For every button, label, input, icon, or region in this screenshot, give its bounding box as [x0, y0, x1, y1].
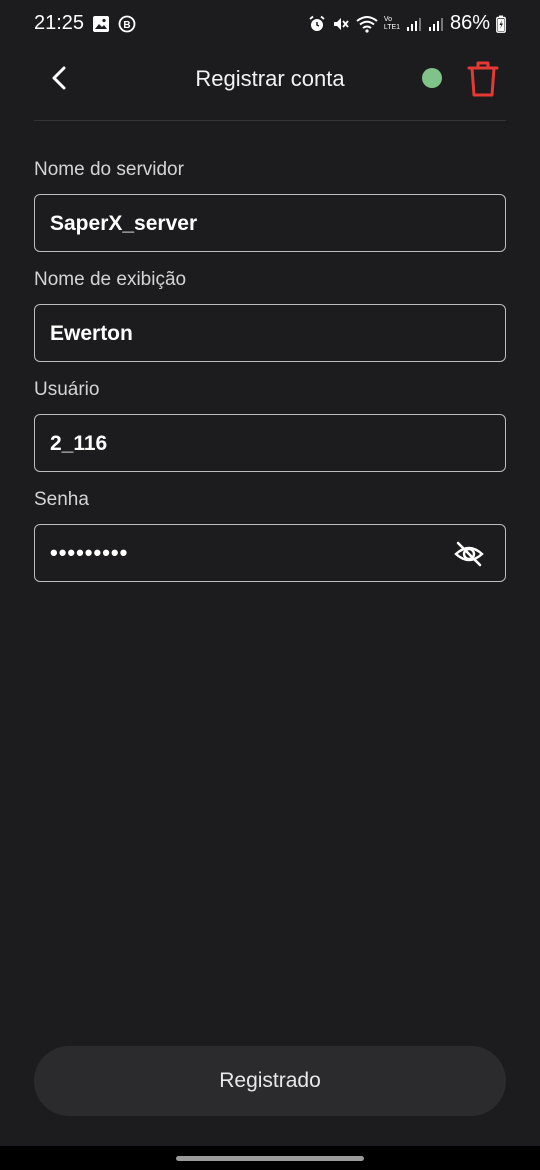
page-title: Registrar conta: [195, 66, 345, 91]
password-field[interactable]: •••••••••: [34, 524, 506, 582]
mute-icon: [332, 15, 350, 33]
status-bar: 21:25 B Vo LTE1 86%: [0, 0, 540, 46]
username-label: Usuário: [34, 379, 100, 400]
password-value: •••••••••: [50, 540, 129, 565]
app-bar: Registrar conta: [0, 46, 540, 120]
display-name-field[interactable]: Ewerton: [34, 304, 506, 362]
register-button[interactable]: Registrado: [34, 1046, 506, 1116]
home-handle[interactable]: [176, 1156, 364, 1161]
svg-text:B: B: [123, 20, 130, 31]
gallery-icon: [92, 15, 110, 33]
volte-tag: Vo LTE1: [383, 15, 401, 31]
alarm-icon: [308, 15, 326, 33]
status-left: 21:25 B: [34, 12, 136, 35]
server-name-field[interactable]: SaperX_server: [34, 194, 506, 252]
display-name-label: Nome de exibição: [34, 269, 187, 290]
battery-icon: [496, 15, 506, 33]
b-badge-icon: B: [118, 15, 136, 33]
display-name-value: Ewerton: [50, 322, 133, 345]
navigation-bar: [0, 1146, 540, 1170]
username-value: 2_116: [50, 432, 108, 455]
signal-icon: [406, 16, 422, 32]
signal-icon-2: [428, 16, 444, 32]
password-label: Senha: [34, 489, 89, 510]
trash-icon: [467, 61, 499, 97]
toggle-password-visibility[interactable]: [453, 538, 485, 570]
server-name-value: SaperX_server: [50, 212, 198, 235]
wifi-icon: [356, 15, 378, 33]
header-divider: [34, 120, 506, 121]
username-field[interactable]: 2_116: [34, 414, 506, 472]
connection-status-indicator: [422, 68, 442, 88]
eye-off-icon: [454, 541, 484, 567]
battery-percent: 86%: [449, 12, 490, 34]
server-name-label: Nome do servidor: [34, 159, 184, 180]
status-right: Vo LTE1 86%: [308, 12, 506, 35]
status-time: 21:25: [34, 12, 85, 34]
delete-button[interactable]: [466, 60, 500, 98]
